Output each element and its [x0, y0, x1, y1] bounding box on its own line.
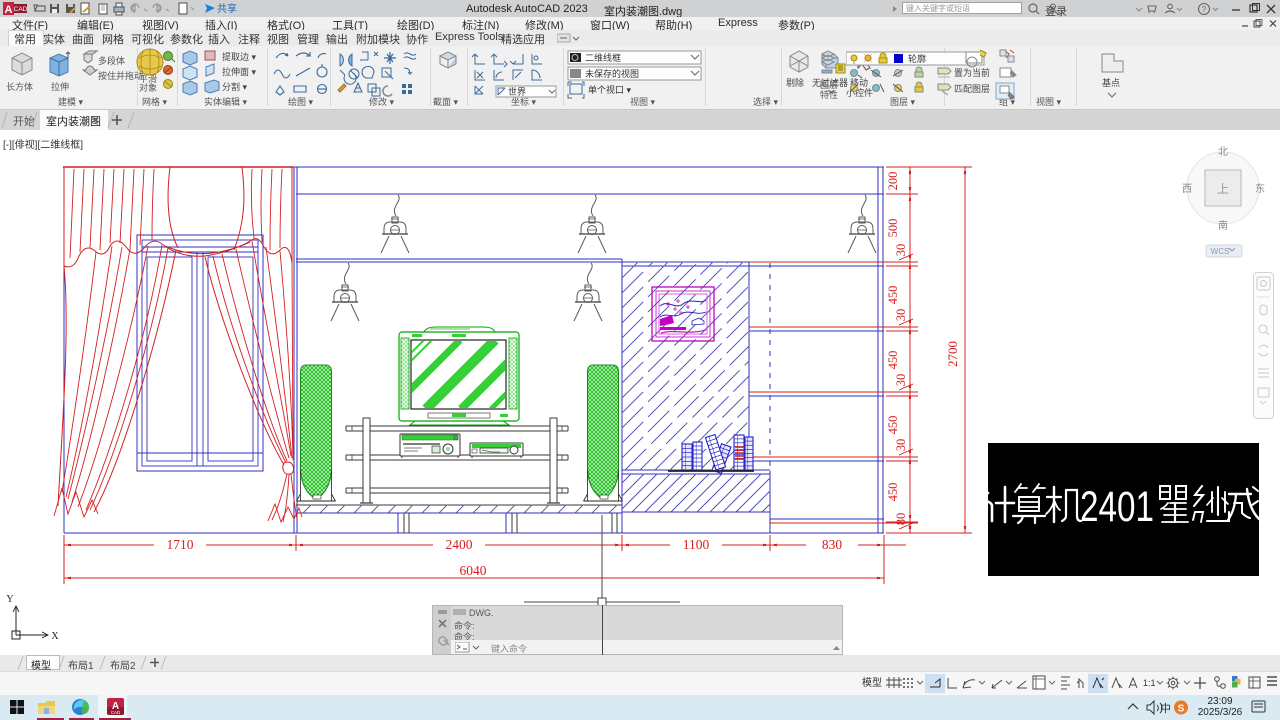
svg-text:2700: 2700 — [945, 341, 960, 367]
svg-text:2400: 2400 — [446, 537, 473, 552]
svg-text:450: 450 — [886, 286, 900, 305]
svg-text:450: 450 — [886, 483, 900, 502]
svg-text:1710: 1710 — [167, 537, 194, 552]
svg-text:30: 30 — [894, 374, 908, 387]
svg-text:30: 30 — [894, 244, 908, 257]
svg-text:Y: Y — [6, 594, 13, 605]
svg-text:30: 30 — [894, 439, 908, 452]
svg-text:30: 30 — [894, 309, 908, 322]
svg-text:80: 80 — [894, 513, 908, 526]
svg-text:450: 450 — [886, 351, 900, 370]
svg-text:6040: 6040 — [460, 563, 487, 578]
svg-text:500: 500 — [886, 219, 900, 238]
svg-text:450: 450 — [886, 416, 900, 435]
svg-text:X: X — [51, 631, 59, 642]
svg-text:200: 200 — [886, 172, 900, 191]
svg-text:1100: 1100 — [683, 537, 710, 552]
svg-text:830: 830 — [822, 537, 843, 552]
